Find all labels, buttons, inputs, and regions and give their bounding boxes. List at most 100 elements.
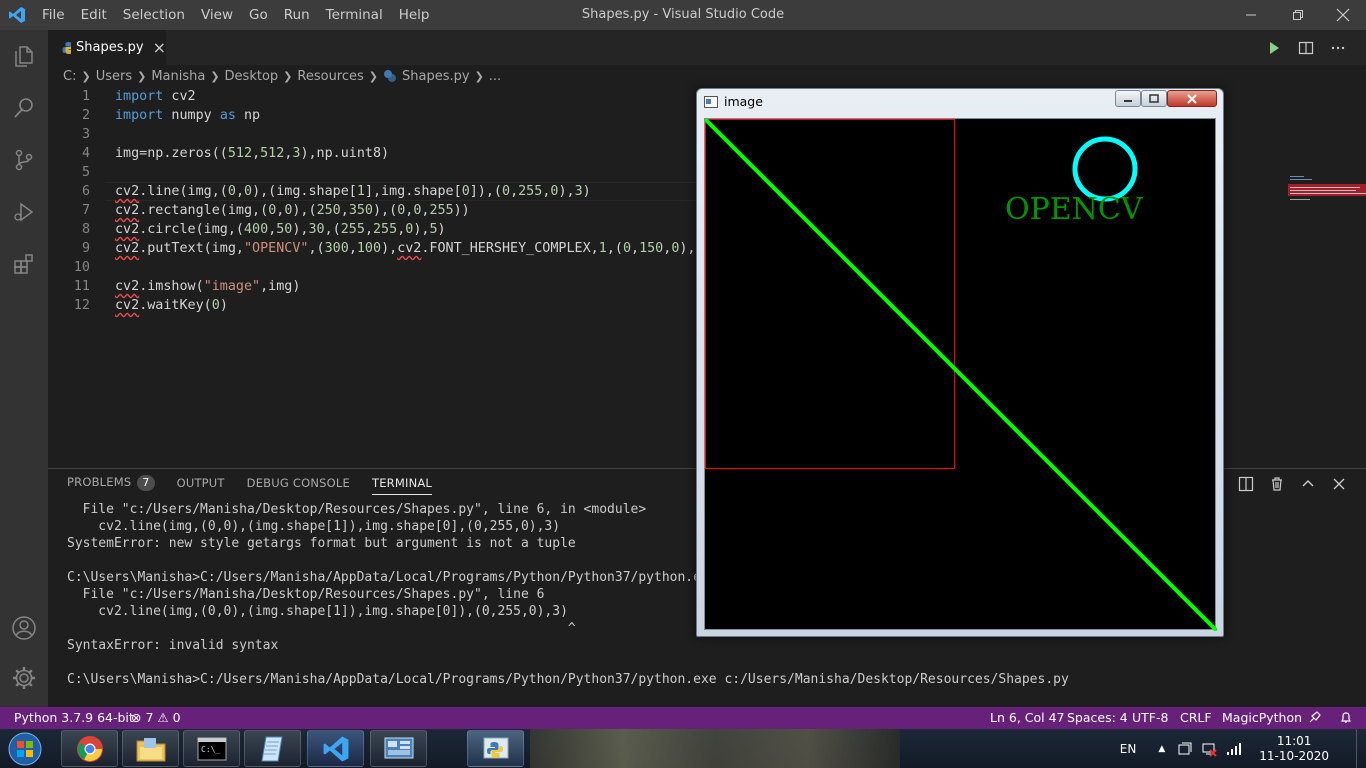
tab-close-icon[interactable]: × xyxy=(153,38,166,57)
code-token: , xyxy=(348,241,357,256)
tray-expand-icon[interactable]: ▲ xyxy=(1158,744,1165,754)
cursor-position[interactable]: Ln 6, Col 47 xyxy=(990,710,1065,725)
trash-icon[interactable] xyxy=(1269,476,1285,492)
terminal-line: C:\Users\Manisha>C:/Users/Manisha/AppDat… xyxy=(67,672,1069,687)
tab-problems[interactable]: PROBLEMS 7 xyxy=(67,475,155,495)
clock[interactable]: 11:01 11-10-2020 xyxy=(1259,734,1329,764)
close-window-button[interactable] xyxy=(1320,0,1366,30)
notifications-icon[interactable] xyxy=(1339,710,1353,727)
code-token: 255 xyxy=(518,184,543,199)
tab-output[interactable]: OUTPUT xyxy=(177,476,225,494)
code-token: , xyxy=(510,184,519,199)
language-indicator[interactable]: EN xyxy=(1120,742,1137,756)
split-editor-icon[interactable] xyxy=(1298,40,1314,56)
line-number: 1 xyxy=(81,89,90,104)
breadcrumb-item[interactable]: Resources xyxy=(297,69,363,84)
code-token: .line(img,( xyxy=(139,184,228,199)
tab-terminal[interactable]: TERMINAL xyxy=(371,476,433,495)
tab-debug-console[interactable]: DEBUG CONSOLE xyxy=(247,476,350,494)
search-button[interactable] xyxy=(0,82,48,134)
code-token: ), xyxy=(292,222,309,237)
code-token: cv2 xyxy=(397,241,422,256)
drawn-text: OPENCV xyxy=(1005,192,1144,227)
breadcrumb-item[interactable]: C: xyxy=(63,69,76,84)
indentation[interactable]: Spaces: 4 xyxy=(1067,710,1128,725)
menu-file[interactable]: File xyxy=(34,7,73,23)
cv-maximize-button[interactable] xyxy=(1141,90,1167,107)
more-actions-icon[interactable] xyxy=(1330,40,1346,56)
breadcrumb-item[interactable]: Shapes.py xyxy=(402,69,470,84)
chevron-right-icon: ❯ xyxy=(137,69,147,83)
source-control-button[interactable] xyxy=(0,134,48,186)
encoding[interactable]: UTF-8 xyxy=(1132,710,1168,725)
taskbar-notepad[interactable] xyxy=(244,730,301,767)
code-text: cv2.putText(img,"OPENCV",(300,100),cv2.F… xyxy=(115,239,712,258)
editor-actions xyxy=(1266,30,1346,65)
taskbar-cmd[interactable]: C:\_ xyxy=(183,730,240,767)
breadcrumb-item[interactable]: Users xyxy=(96,69,132,84)
account-icon xyxy=(12,616,36,640)
minimize-button[interactable] xyxy=(1228,0,1274,30)
system-tray: EN ▲ 11:01 11-10-2020 xyxy=(1120,729,1366,768)
menu-go[interactable]: Go xyxy=(241,7,276,23)
problems-status[interactable]: ⊗ 7 ⚠ 0 xyxy=(131,710,181,725)
code-token: 255 xyxy=(373,222,398,237)
breadcrumb-item[interactable]: Manisha xyxy=(151,69,205,84)
drawn-circle xyxy=(1072,136,1138,202)
opencv-image-window[interactable]: image OPENCV xyxy=(696,88,1224,637)
terminal-icon: C:\_ xyxy=(197,737,226,760)
code-token: .FONT_HERSHEY_COMPLEX, xyxy=(421,241,599,256)
close-icon[interactable] xyxy=(1331,476,1347,492)
restore-button[interactable] xyxy=(1275,0,1321,30)
chevron-up-icon[interactable] xyxy=(1300,476,1316,492)
extensions-button[interactable] xyxy=(0,238,48,290)
breadcrumb-item[interactable]: Desktop xyxy=(225,69,279,84)
signal-icon[interactable] xyxy=(1225,741,1243,757)
menu-view[interactable]: View xyxy=(193,7,241,23)
code-token: 100 xyxy=(356,241,382,256)
show-desktop-button[interactable] xyxy=(1356,729,1366,768)
menu-edit[interactable]: Edit xyxy=(73,7,115,23)
menu-run[interactable]: Run xyxy=(276,7,318,23)
cv-drawing: OPENCV xyxy=(705,119,1217,631)
start-button[interactable] xyxy=(4,731,46,767)
window-app-icon xyxy=(704,96,718,108)
cv-close-button[interactable] xyxy=(1167,90,1217,107)
action-center-icon[interactable] xyxy=(1177,741,1193,757)
taskbar-explorer[interactable] xyxy=(122,730,179,767)
code-token: cv2 xyxy=(115,222,140,237)
taskbar-chrome[interactable] xyxy=(61,730,118,767)
code-token: img=np.zeros(( xyxy=(115,146,228,161)
panel-actions xyxy=(1238,473,1347,495)
taskbar-python[interactable] xyxy=(467,730,524,767)
end-of-line[interactable]: CRLF xyxy=(1180,710,1212,725)
code-token: , xyxy=(252,146,261,161)
code-token: ), xyxy=(679,241,696,256)
accounts-button[interactable] xyxy=(0,602,48,654)
language-mode[interactable]: MagicPython xyxy=(1222,710,1302,725)
taskbar-control-panel[interactable] xyxy=(370,730,427,767)
gear-icon xyxy=(13,667,35,689)
run-file-icon[interactable] xyxy=(1266,40,1282,56)
tab-shapes-py[interactable]: Shapes.py × xyxy=(48,30,166,65)
taskbar-vscode[interactable] xyxy=(307,730,364,767)
split-terminal-icon[interactable] xyxy=(1238,476,1254,492)
cv-minimize-button[interactable] xyxy=(1115,90,1141,107)
code-token: , xyxy=(235,184,244,199)
manage-button[interactable] xyxy=(0,652,48,704)
code-token: 5 xyxy=(429,222,438,237)
menu-selection[interactable]: Selection xyxy=(115,7,193,23)
breadcrumb-item[interactable]: ... xyxy=(489,69,501,84)
code-token: 0 xyxy=(227,184,236,199)
code-token: ), xyxy=(413,222,430,237)
menu-terminal[interactable]: Terminal xyxy=(318,7,391,23)
feedback-icon[interactable] xyxy=(1308,710,1322,727)
explorer-button[interactable] xyxy=(0,30,48,82)
code-token: ],img.shape[ xyxy=(364,184,462,199)
network-disconnected-icon[interactable] xyxy=(1201,741,1217,757)
line-number: 2 xyxy=(81,108,90,123)
run-debug-button[interactable] xyxy=(0,186,48,238)
menu-help[interactable]: Help xyxy=(391,7,438,23)
python-interpreter[interactable]: Python 3.7.9 64-bit xyxy=(14,710,134,725)
code-text: import numpy as np xyxy=(115,106,260,125)
